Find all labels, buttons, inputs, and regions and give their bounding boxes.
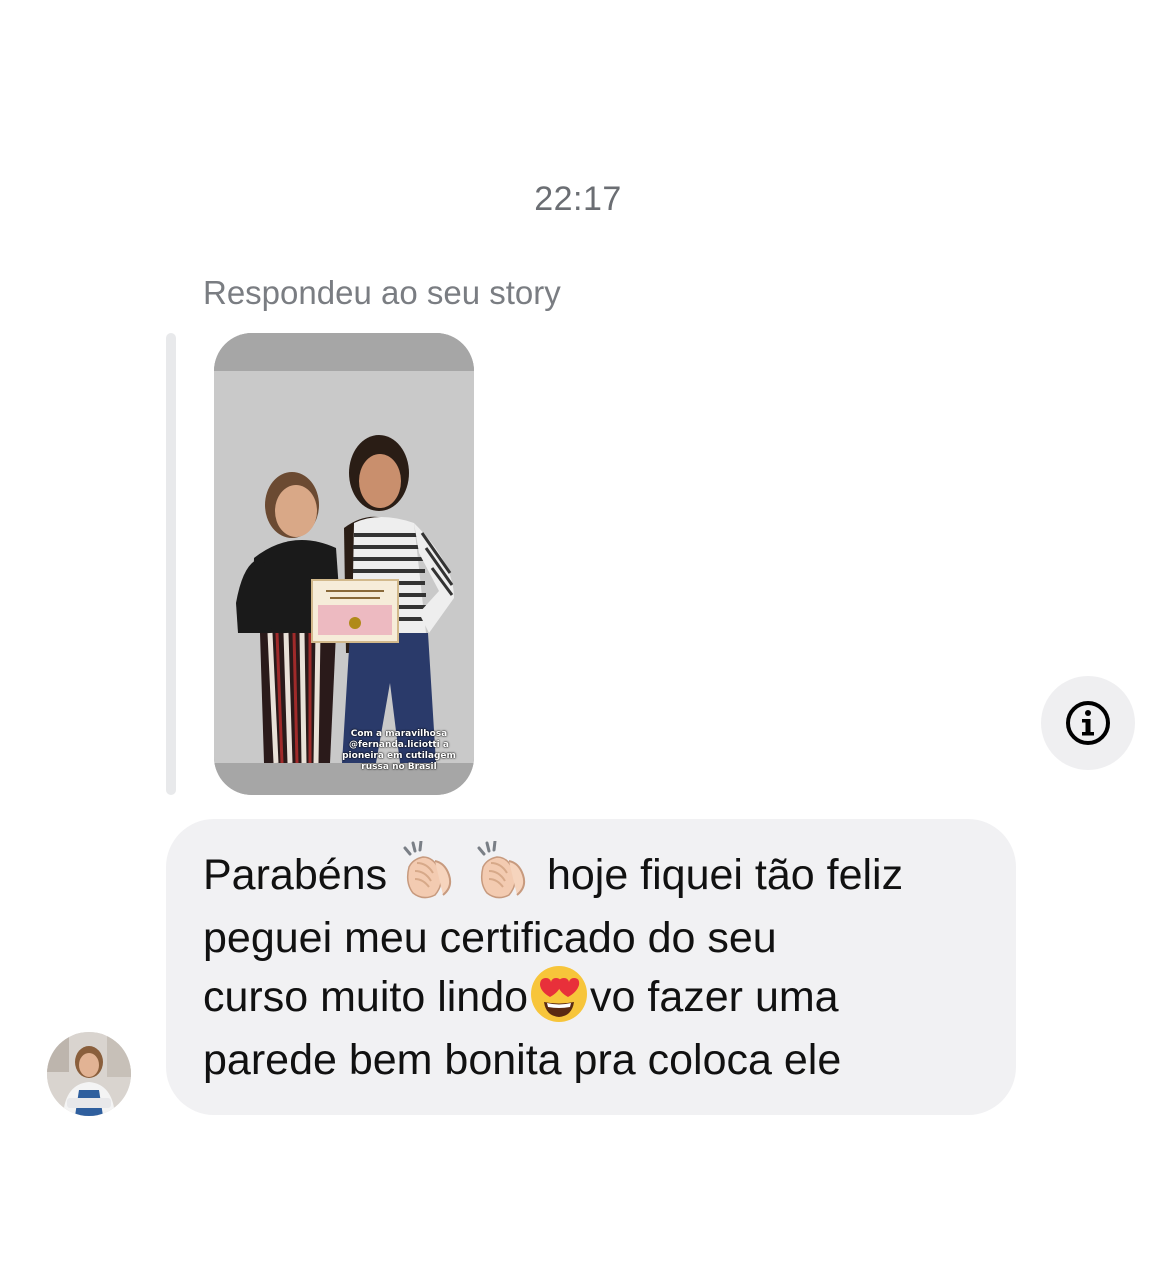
message-line-4: parede bem bonita pra coloca ele (203, 1035, 842, 1084)
info-button[interactable] (1041, 676, 1135, 770)
message-bubble[interactable]: Parabéns hoje fiquei tão feliz peguei me… (166, 819, 1016, 1115)
avatar-photo (47, 1032, 131, 1116)
message-text: Parabéns (203, 851, 400, 899)
message-text: hoje fiquei tão feliz (546, 851, 904, 899)
info-icon (1066, 701, 1110, 745)
message-text: curso muito lindo (203, 973, 529, 1022)
story-photo (214, 333, 474, 795)
story-reply-label: Respondeu ao seu story (203, 274, 561, 311)
story-caption: Com a maravilhosa @fernanda.liciotti a p… (342, 729, 456, 772)
message-line-1: Parabéns hoje fiquei tão feliz (203, 840, 980, 909)
message-line-3: curso muito lindo vo fazer uma (203, 965, 980, 1031)
message-timestamp: 22:17 (534, 180, 622, 218)
story-thumbnail[interactable]: Com a maravilhosa @fernanda.liciotti a p… (214, 333, 474, 795)
clapping-hands-icon (477, 840, 526, 898)
heart-eyes-emoji-icon (531, 965, 588, 1022)
clapping-hands-icon (403, 840, 452, 898)
reply-quote-bar (166, 333, 176, 795)
sender-avatar[interactable] (47, 1032, 131, 1116)
message-text: vo fazer uma (590, 973, 839, 1022)
message-line-2: peguei meu certificado do seu (203, 913, 777, 962)
